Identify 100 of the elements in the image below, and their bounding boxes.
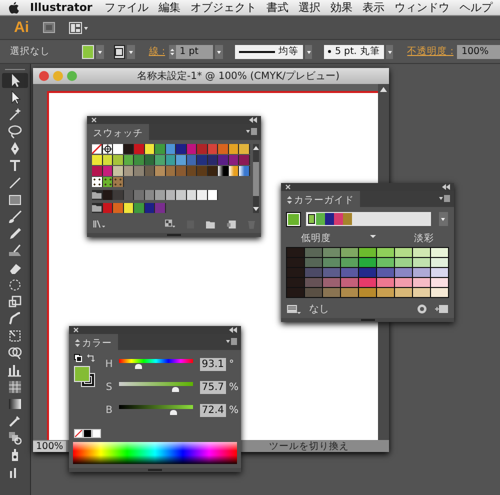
default-fill-swatch[interactable] xyxy=(83,429,92,438)
color-swatch[interactable] xyxy=(155,190,164,200)
stroke-swatch[interactable] xyxy=(114,44,126,58)
fill-swatch[interactable] xyxy=(82,44,94,58)
color-swatch[interactable] xyxy=(395,258,412,267)
none-swatch[interactable] xyxy=(74,429,83,438)
color-swatch[interactable] xyxy=(413,258,430,267)
color-swatch[interactable] xyxy=(186,166,196,176)
color-swatch[interactable] xyxy=(155,144,164,154)
resize-grip[interactable] xyxy=(281,318,454,322)
color-swatch[interactable] xyxy=(323,248,340,257)
color-swatch[interactable] xyxy=(92,155,102,165)
color-swatch[interactable] xyxy=(92,166,102,176)
color-swatch[interactable] xyxy=(166,144,175,154)
caret-icon[interactable] xyxy=(127,44,135,58)
color-swatch[interactable] xyxy=(305,258,322,267)
fill-color-swatch[interactable] xyxy=(74,366,90,382)
color-swatch[interactable] xyxy=(124,144,133,154)
color-swatch[interactable] xyxy=(431,248,448,257)
color-swatch[interactable] xyxy=(113,203,122,213)
caret-icon[interactable] xyxy=(215,44,223,58)
color-swatch[interactable] xyxy=(134,155,144,165)
pattern-swatch[interactable] xyxy=(113,177,122,187)
color-swatch[interactable] xyxy=(124,155,133,165)
color-swatch[interactable] xyxy=(377,268,394,277)
color-swatch[interactable] xyxy=(113,190,122,200)
color-swatch[interactable] xyxy=(395,288,412,297)
color-swatch[interactable] xyxy=(144,190,154,200)
slider-thumb[interactable] xyxy=(135,364,142,369)
color-swatch[interactable] xyxy=(287,288,304,297)
layout-icon[interactable] xyxy=(69,22,89,34)
color-swatch[interactable] xyxy=(197,155,206,165)
color-swatch[interactable] xyxy=(186,144,196,154)
save-group-icon[interactable] xyxy=(435,304,448,314)
resize-grip[interactable] xyxy=(87,233,261,237)
apple-icon[interactable] xyxy=(8,1,20,14)
gradient-swatch[interactable] xyxy=(218,166,228,176)
close-icon[interactable] xyxy=(73,327,79,333)
color-swatch[interactable] xyxy=(186,155,196,165)
color-swatch[interactable] xyxy=(305,288,322,297)
color-swatch[interactable] xyxy=(155,203,164,213)
color-swatch[interactable] xyxy=(359,268,376,277)
zoom-field[interactable]: 100% xyxy=(33,440,66,452)
panel-tab[interactable]: スウォッチ xyxy=(87,124,149,140)
close-icon[interactable] xyxy=(91,117,97,123)
close-icon[interactable] xyxy=(285,184,291,190)
scroll-up-icon[interactable] xyxy=(380,87,387,92)
value-field[interactable]: 93.1 xyxy=(200,358,226,370)
menu-item[interactable]: 選択 xyxy=(298,0,320,15)
panel-tab[interactable]: カラーガイド xyxy=(281,191,360,207)
color-swatch[interactable] xyxy=(102,203,112,213)
color-swatch[interactable] xyxy=(413,248,430,257)
gradient-swatch[interactable] xyxy=(239,166,248,176)
caret-icon[interactable] xyxy=(304,44,312,58)
value-field[interactable]: 75.7 xyxy=(200,380,226,394)
color-swatch[interactable] xyxy=(102,155,112,165)
color-swatch[interactable] xyxy=(239,144,248,154)
color-swatch[interactable] xyxy=(377,258,394,267)
menu-item[interactable]: 書式 xyxy=(266,0,288,15)
color-swatch[interactable] xyxy=(166,155,175,165)
color-swatch[interactable] xyxy=(208,144,217,154)
color-swatch[interactable] xyxy=(341,288,358,297)
new-swatch-icon[interactable] xyxy=(227,220,236,228)
close-button[interactable] xyxy=(39,71,49,81)
color-swatch[interactable] xyxy=(305,278,322,287)
color-swatch[interactable] xyxy=(113,144,122,154)
color-swatch[interactable] xyxy=(208,190,217,200)
color-swatch[interactable] xyxy=(144,166,154,176)
color-swatch[interactable] xyxy=(395,278,412,287)
color-swatch[interactable] xyxy=(239,155,248,165)
color-wheel-icon[interactable] xyxy=(417,304,427,314)
panel-menu-icon[interactable] xyxy=(246,128,257,135)
color-swatch[interactable] xyxy=(134,190,144,200)
stroke-weight-field[interactable]: 1 pt xyxy=(176,44,214,58)
spectrum-drawing[interactable] xyxy=(73,442,237,464)
color-swatch[interactable] xyxy=(287,268,304,277)
color-swatch[interactable] xyxy=(208,155,217,165)
color-swatch[interactable] xyxy=(341,248,358,257)
none-swatch[interactable] xyxy=(92,144,102,154)
scroll-down-icon[interactable] xyxy=(252,207,258,211)
color-swatch[interactable] xyxy=(228,144,238,154)
color-swatch[interactable] xyxy=(431,268,448,277)
pattern-swatch[interactable] xyxy=(92,177,102,187)
resize-grip[interactable] xyxy=(69,468,241,472)
color-swatch[interactable] xyxy=(144,155,154,165)
color-swatch[interactable] xyxy=(323,288,340,297)
library-icon[interactable] xyxy=(93,219,106,229)
default-stroke-swatch[interactable] xyxy=(92,429,101,438)
color-swatch[interactable] xyxy=(377,278,394,287)
color-swatch[interactable] xyxy=(431,278,448,287)
color-swatch[interactable] xyxy=(218,155,228,165)
color-swatch[interactable] xyxy=(113,155,122,165)
stroke-profile-dropdown[interactable]: 均等 xyxy=(234,44,303,58)
color-swatch[interactable] xyxy=(144,144,154,154)
sort-icon[interactable] xyxy=(75,339,80,347)
color-swatch[interactable] xyxy=(359,248,376,257)
color-swatch[interactable] xyxy=(359,278,376,287)
menu-item[interactable]: 効果 xyxy=(330,0,352,15)
color-swatch[interactable] xyxy=(102,190,112,200)
color-swatch[interactable] xyxy=(287,258,304,267)
